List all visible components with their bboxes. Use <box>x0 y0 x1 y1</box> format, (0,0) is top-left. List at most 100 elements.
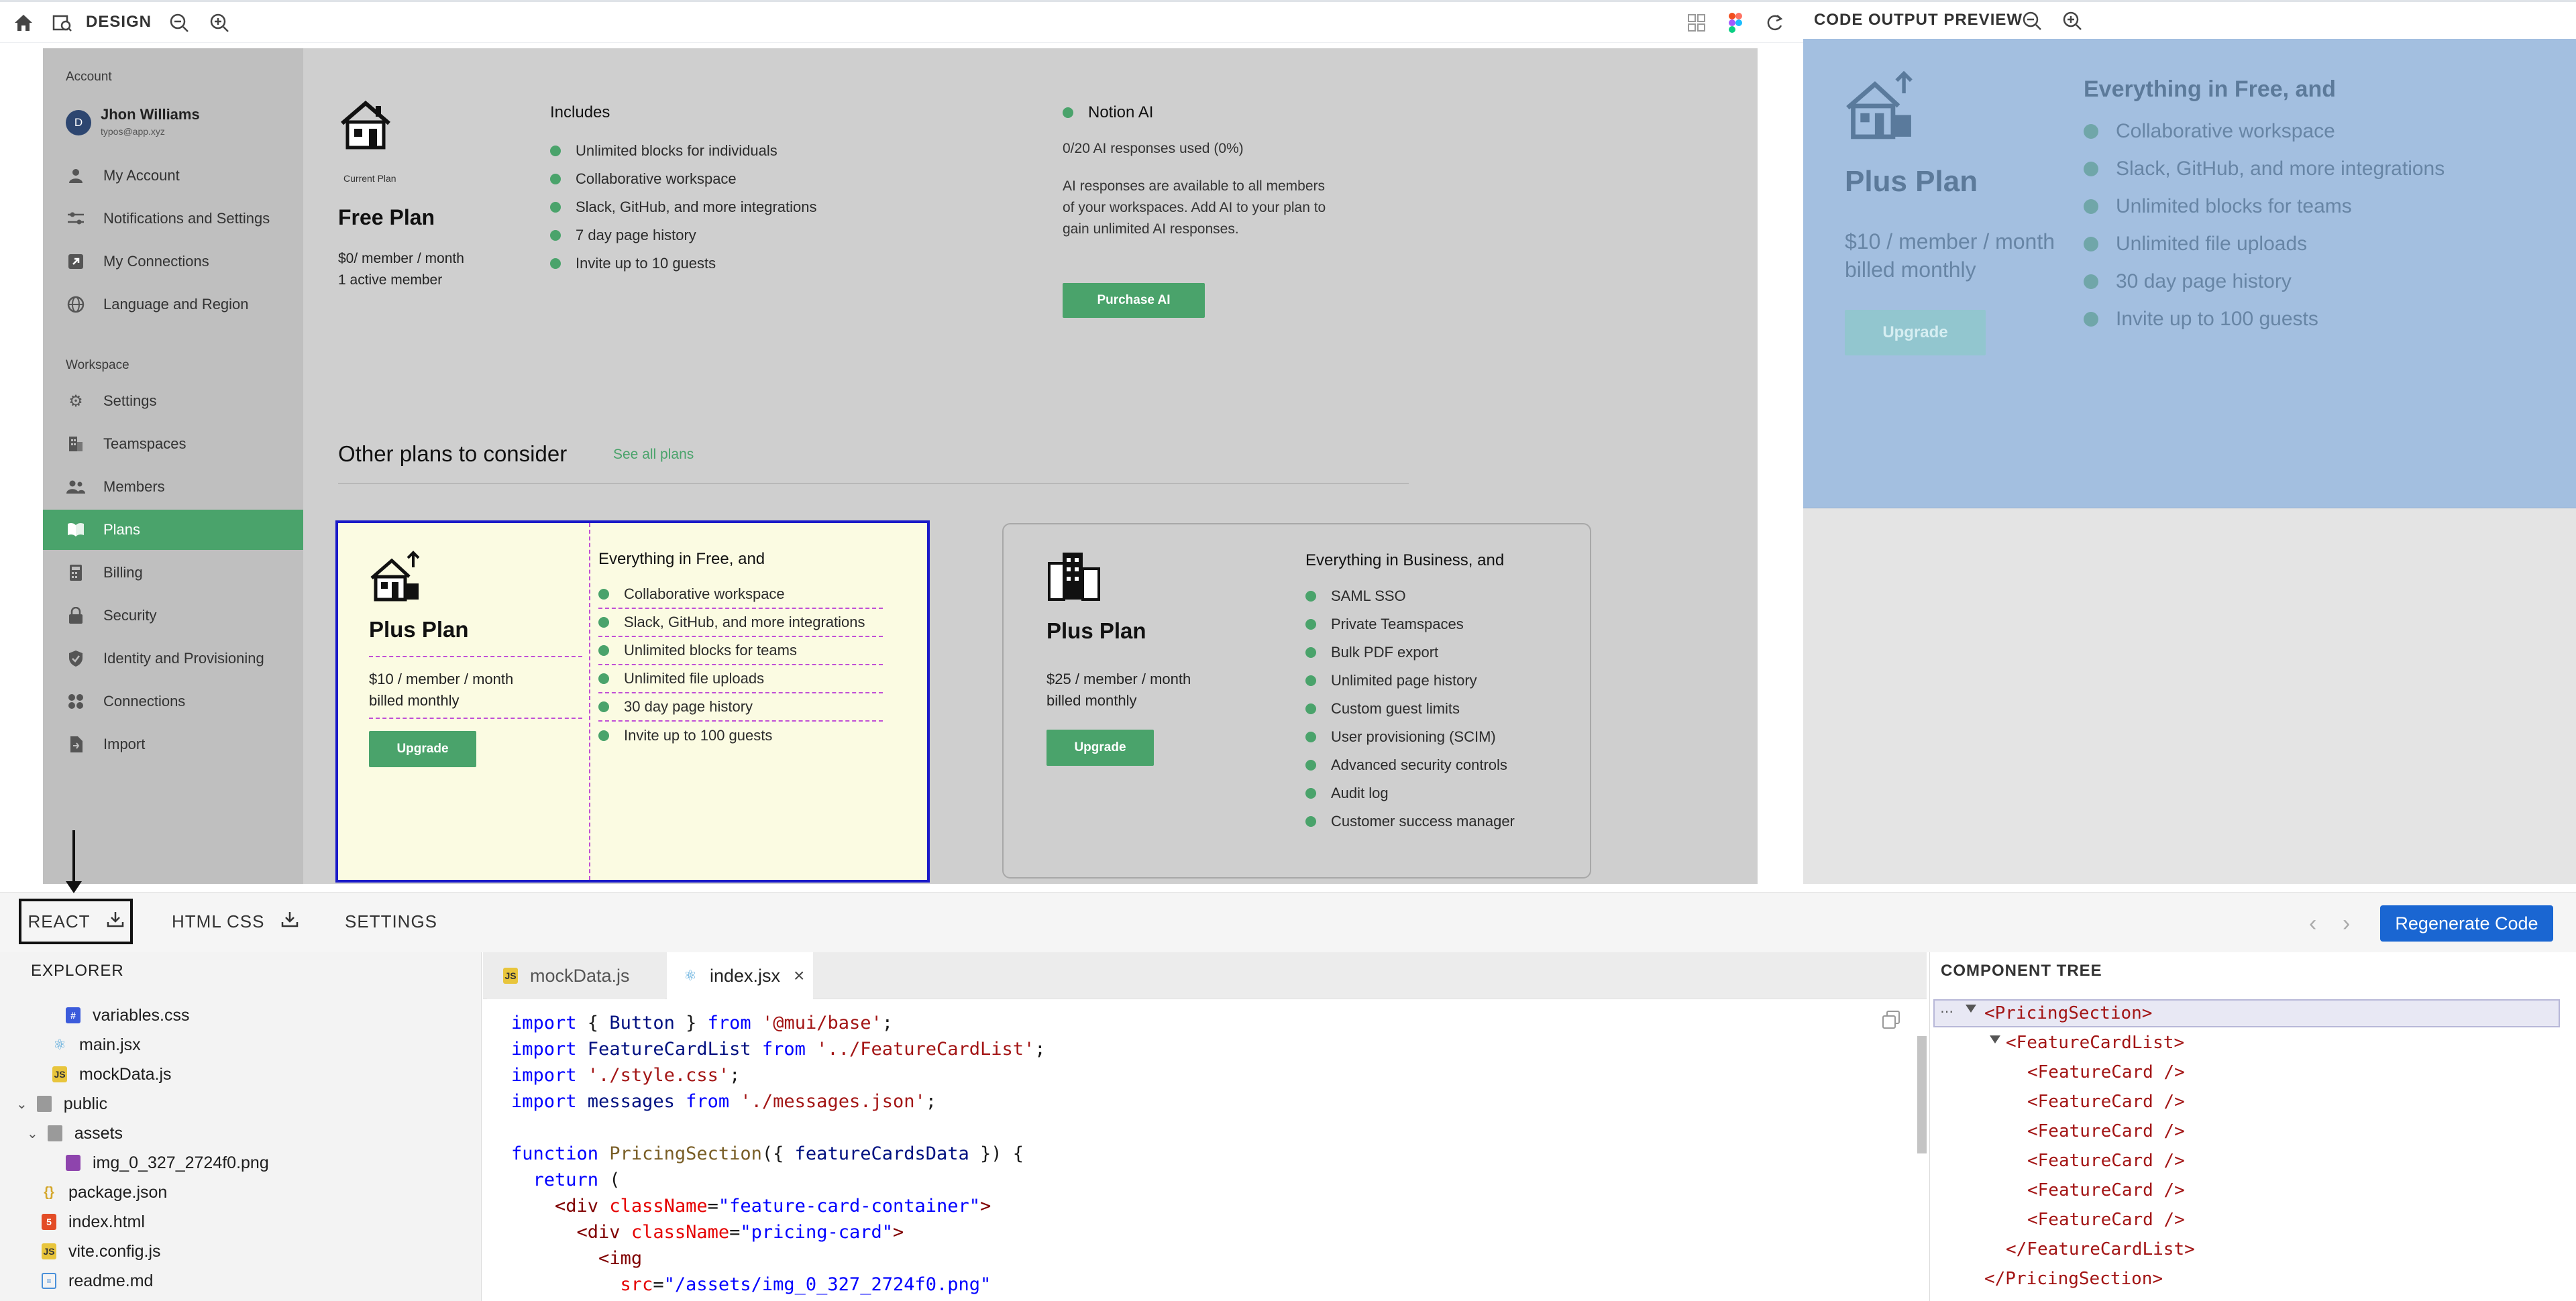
business-plan-card[interactable]: Plus Plan $25 / member / month billed mo… <box>1002 523 1591 879</box>
list-item: Audit log <box>1305 779 1515 807</box>
sidebar-item-identity[interactable]: Identity and Provisioning <box>43 638 303 679</box>
preview-upgrade-button[interactable]: Upgrade <box>1845 310 1986 355</box>
file-item[interactable]: img_0_327_2724f0.png <box>66 1148 269 1178</box>
sidebar-item-label: Language and Region <box>103 296 249 313</box>
code-line: import messages from './messages.json'; <box>511 1091 937 1112</box>
file-label: package.json <box>68 1182 168 1202</box>
code-line: import FeatureCardList from '../FeatureC… <box>511 1039 1046 1060</box>
preview-zoom-out-icon[interactable] <box>2017 5 2047 36</box>
arrow-indicator <box>72 830 75 887</box>
divider <box>338 483 1409 484</box>
file-item[interactable]: ⚛ main.jsx <box>52 1030 141 1060</box>
ai-desc-line: AI responses are available to all member… <box>1063 178 1326 194</box>
sidebar-item-my-account[interactable]: My Account <box>43 156 303 196</box>
tab-html-css[interactable]: HTML CSS <box>172 899 299 944</box>
preview-plan-price: $10 / member / month <box>1845 229 2055 253</box>
caret-down-icon[interactable] <box>1990 1035 2000 1043</box>
file-label: public <box>63 1094 108 1113</box>
grid-view-icon[interactable] <box>1681 7 1712 38</box>
folder-item[interactable]: ⌄ public <box>16 1089 107 1119</box>
person-icon <box>66 166 86 186</box>
tree-node[interactable]: <FeatureCard /> <box>2027 1088 2185 1115</box>
file-item[interactable]: # variables.css <box>66 1001 190 1030</box>
sidebar-item-billing[interactable]: Billing <box>43 553 303 593</box>
calculator-icon <box>66 563 86 583</box>
file-item[interactable]: ≡ readme.md <box>42 1266 153 1296</box>
sidebar-item-security[interactable]: Security <box>43 596 303 636</box>
current-plan-members: 1 active member <box>338 272 443 288</box>
refresh-icon[interactable] <box>1759 7 1790 38</box>
file-item[interactable]: JS vite.config.js <box>42 1237 161 1266</box>
tab-settings[interactable]: SETTINGS <box>345 899 437 944</box>
upgrade-button[interactable]: Upgrade <box>1046 730 1154 766</box>
home-icon[interactable] <box>8 7 39 38</box>
tree-node[interactable]: <FeatureCard /> <box>2027 1118 2185 1145</box>
sidebar-item-teamspaces[interactable]: Teamspaces <box>43 424 303 464</box>
sidebar-item-plans[interactable]: Plans <box>43 510 303 550</box>
tree-node[interactable]: <FeatureCard /> <box>2027 1147 2185 1174</box>
business-plan-billing: billed monthly <box>1046 692 1137 709</box>
sidebar-item-settings[interactable]: ⚙ Settings <box>43 381 303 421</box>
list-item: User provisioning (SCIM) <box>1305 723 1515 751</box>
close-icon[interactable]: × <box>794 965 804 986</box>
tree-node[interactable]: <FeatureCard /> <box>2027 1206 2185 1233</box>
see-all-plans-link[interactable]: See all plans <box>613 447 694 463</box>
check-dot-icon <box>2084 124 2098 139</box>
tree-node[interactable]: <FeatureCardList> <box>2006 1029 2184 1056</box>
upgrade-button[interactable]: Upgrade <box>369 731 476 767</box>
zoom-out-icon[interactable] <box>164 7 195 38</box>
download-icon[interactable] <box>107 911 124 933</box>
react-icon: ⚛ <box>684 967 697 984</box>
check-dot-icon <box>2084 237 2098 251</box>
sidebar-item-import[interactable]: Import <box>43 724 303 765</box>
file-item[interactable]: JS mockData.js <box>52 1060 172 1089</box>
import-icon <box>66 734 86 754</box>
sidebar-item-notifications[interactable]: Notifications and Settings <box>43 199 303 239</box>
plus-plan-card[interactable]: Plus Plan $10 / member / month billed mo… <box>335 520 930 883</box>
external-link-icon <box>66 251 86 272</box>
design-title: DESIGN <box>86 13 152 31</box>
regenerate-code-button[interactable]: Regenerate Code <box>2380 905 2553 942</box>
css-file-icon: # <box>66 1007 80 1023</box>
editor-tab-index[interactable]: ⚛ index.jsx × <box>667 952 813 999</box>
plus-features-title: Everything in Free, and <box>598 550 765 568</box>
file-item[interactable]: {} package.json <box>42 1178 167 1207</box>
tree-node[interactable]: <FeatureCard /> <box>2027 1059 2185 1086</box>
list-item: Unlimited file uploads <box>598 665 883 693</box>
tree-node[interactable]: <PricingSection> <box>1984 1000 2152 1027</box>
more-icon[interactable]: ⋯ <box>1940 1003 1953 1020</box>
code-line: <div className="feature-card-container"> <box>511 1196 991 1217</box>
purchase-ai-button[interactable]: Purchase AI <box>1063 283 1205 318</box>
sidebar-item-language[interactable]: Language and Region <box>43 284 303 325</box>
list-item: Collaborative workspace <box>2084 113 2445 150</box>
copy-icon[interactable] <box>1881 1010 1901 1033</box>
caret-down-icon[interactable] <box>1966 1005 1976 1013</box>
layout-guide <box>589 523 590 880</box>
check-dot-icon <box>2084 162 2098 176</box>
check-dot-icon <box>598 730 609 741</box>
sidebar-item-label: Settings <box>103 392 157 409</box>
sidebar-item-my-connections[interactable]: My Connections <box>43 241 303 282</box>
file-label: mockData.js <box>79 1064 172 1084</box>
preview-zoom-in-icon[interactable] <box>2057 5 2088 36</box>
sidebar-item-connections[interactable]: Connections <box>43 681 303 722</box>
tree-node[interactable]: <FeatureCard /> <box>2027 1177 2185 1204</box>
check-dot-icon <box>1305 675 1316 686</box>
chevron-left-icon[interactable]: ‹ <box>2309 911 2316 937</box>
editor-tab-mockdata[interactable]: JS mockData.js <box>487 952 665 999</box>
figma-icon[interactable] <box>1720 7 1751 38</box>
editor-scrollbar[interactable] <box>1917 1036 1927 1153</box>
tab-react[interactable]: REACT <box>19 899 133 944</box>
download-icon[interactable] <box>281 911 299 933</box>
zoom-in-icon[interactable] <box>204 7 235 38</box>
folder-item[interactable]: ⌄ assets <box>27 1119 123 1148</box>
ai-desc-line: of your workspaces. Add AI to your plan … <box>1063 200 1326 215</box>
gear-icon: ⚙ <box>68 392 83 410</box>
design-search-icon[interactable] <box>47 7 78 38</box>
tree-node[interactable]: </FeatureCardList> <box>2006 1236 2195 1263</box>
sidebar-item-members[interactable]: Members <box>43 467 303 507</box>
chevron-right-icon[interactable]: › <box>2343 911 2350 937</box>
user-name: Jhon Williams <box>101 106 200 123</box>
file-item[interactable]: 5 index.html <box>42 1207 145 1237</box>
tree-node[interactable]: </PricingSection> <box>1984 1265 2163 1292</box>
